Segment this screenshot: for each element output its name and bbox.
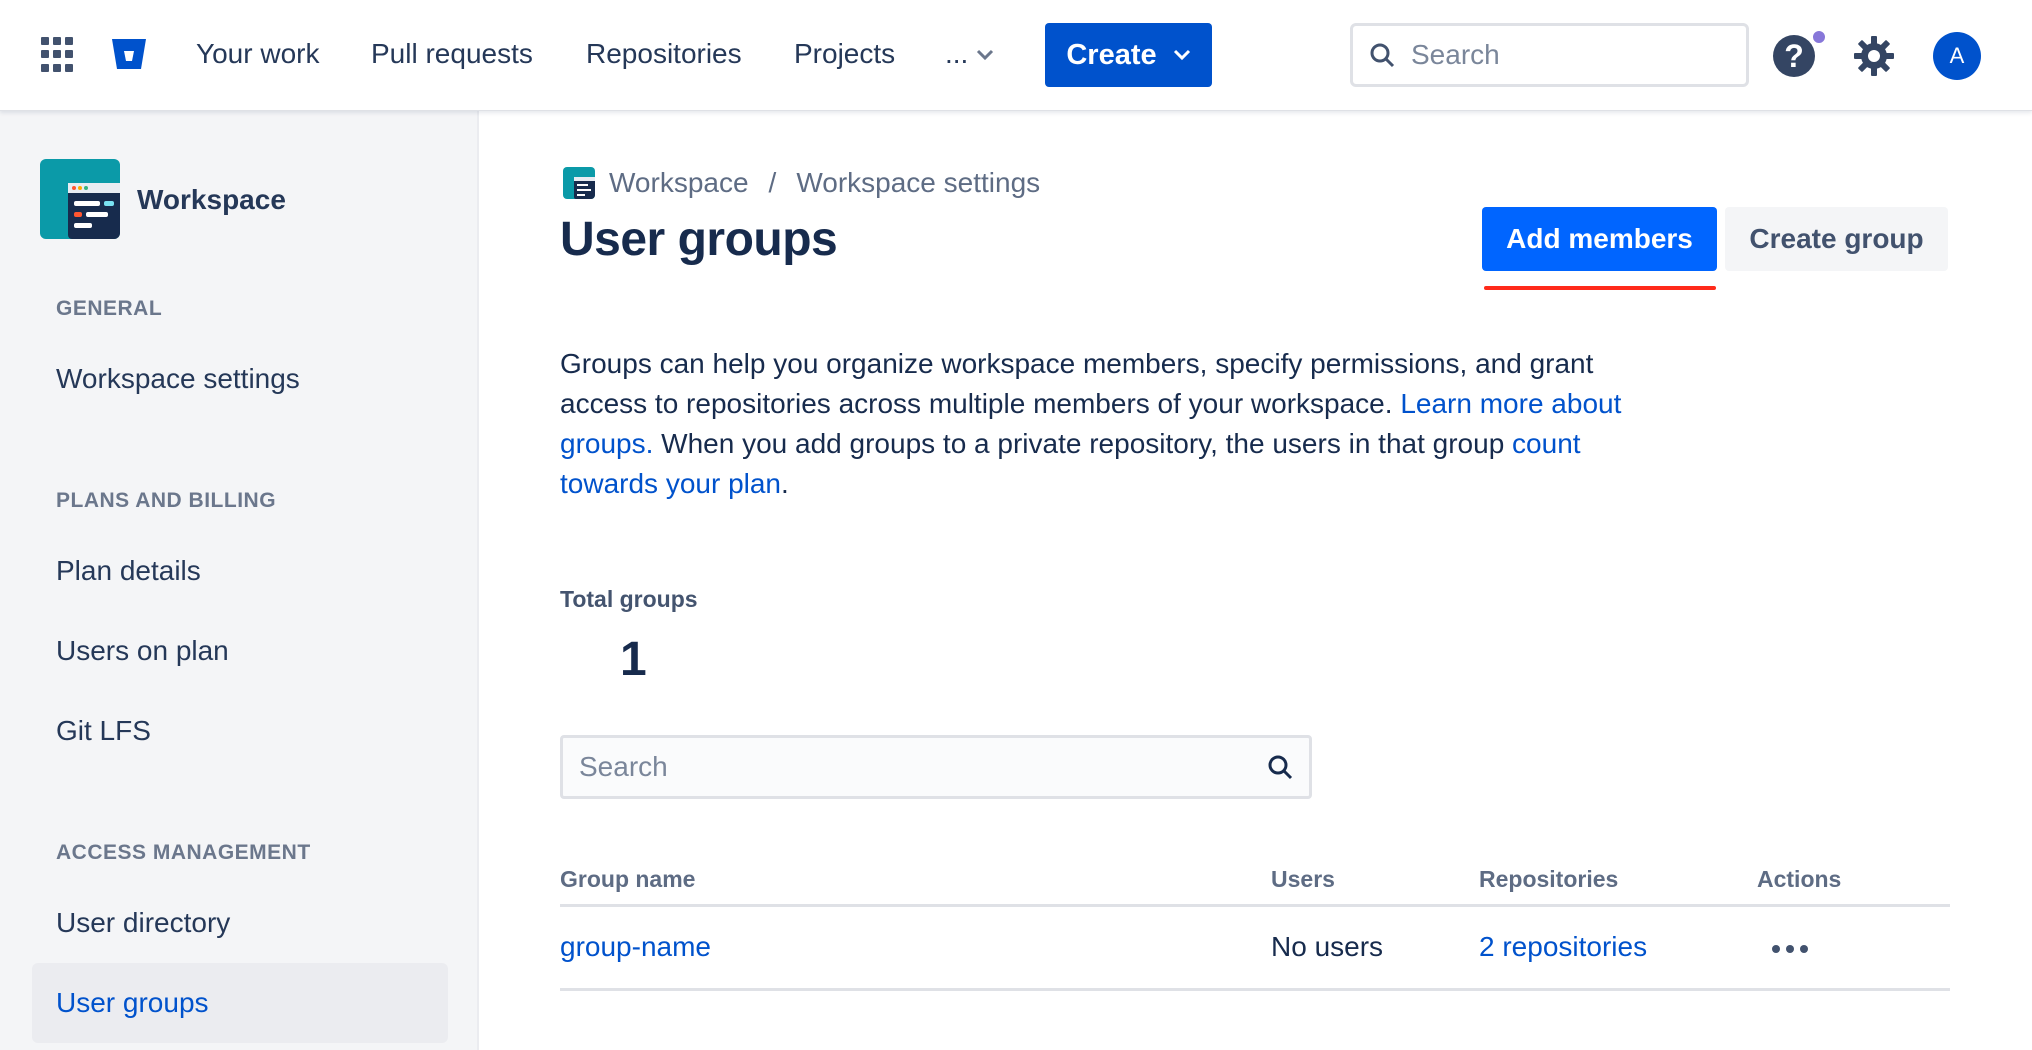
description: Groups can help you organize workspace m… xyxy=(560,344,1685,504)
notification-dot xyxy=(1811,29,1827,45)
breadcrumb-separator: / xyxy=(768,167,777,198)
global-search-input[interactable] xyxy=(1411,39,1711,71)
global-search[interactable] xyxy=(1350,23,1749,87)
help-icon[interactable]: ? xyxy=(1773,35,1815,77)
column-header-actions: Actions xyxy=(1757,866,1842,892)
group-search-input[interactable] xyxy=(579,751,1267,783)
create-button-label: Create xyxy=(1066,38,1157,71)
search-icon[interactable] xyxy=(1267,754,1293,780)
description-text-2: When you add groups to a private reposit… xyxy=(653,428,1513,459)
sidebar-item-users-on-plan[interactable]: Users on plan xyxy=(32,611,448,691)
group-users-value: No users xyxy=(1271,931,1384,962)
table-header-divider xyxy=(560,904,1950,907)
workspace-name: Workspace xyxy=(137,184,286,215)
nav-more-button[interactable]: ... xyxy=(945,34,994,74)
column-header-repositories[interactable]: Repositories xyxy=(1479,866,1618,893)
table-row-divider xyxy=(560,988,1950,991)
nav-repositories[interactable]: Repositories xyxy=(586,34,742,74)
breadcrumb-workspace[interactable]: Workspace xyxy=(609,167,749,199)
create-button[interactable]: Create xyxy=(1045,23,1212,87)
chevron-down-icon xyxy=(1173,49,1190,61)
total-groups-value: 1 xyxy=(620,633,647,686)
gear-icon[interactable] xyxy=(1852,34,1896,78)
highlight-underline xyxy=(1484,286,1716,290)
workspace-logo-icon xyxy=(40,159,120,239)
workspace-logo-icon xyxy=(563,167,595,199)
sidebar-item-workspace-settings[interactable]: Workspace settings xyxy=(32,339,448,419)
chevron-down-icon xyxy=(977,49,994,61)
column-header-users[interactable]: Users xyxy=(1271,866,1335,893)
create-group-button[interactable]: Create group xyxy=(1725,207,1948,271)
section-heading-plans-billing: PLANS AND BILLING xyxy=(56,489,277,512)
page-title: User groups xyxy=(560,213,838,266)
bitbucket-logo-icon[interactable] xyxy=(110,35,148,73)
breadcrumb: Workspace / Workspace settings xyxy=(563,167,1040,199)
top-navigation: Your work Pull requests Repositories Pro… xyxy=(0,0,2032,111)
total-groups-label: Total groups xyxy=(560,586,698,612)
nav-your-work[interactable]: Your work xyxy=(196,34,319,74)
column-header-group-name[interactable]: Group name xyxy=(560,866,695,893)
group-name-link[interactable]: group-name xyxy=(560,931,711,963)
nav-projects[interactable]: Projects xyxy=(794,34,895,74)
app-switcher-icon[interactable] xyxy=(41,37,77,73)
search-icon xyxy=(1370,43,1395,68)
section-heading-general: GENERAL xyxy=(56,297,163,320)
description-text-3: . xyxy=(781,468,789,499)
sidebar-item-git-lfs[interactable]: Git LFS xyxy=(32,691,448,771)
avatar[interactable]: A xyxy=(1933,32,1981,80)
more-actions-icon[interactable] xyxy=(1766,935,1814,963)
sidebar-item-user-directory[interactable]: User directory xyxy=(32,883,448,963)
sidebar: Workspace GENERAL Workspace settings PLA… xyxy=(0,111,479,1050)
sidebar-item-user-groups[interactable]: User groups xyxy=(32,963,448,1043)
group-search[interactable] xyxy=(560,735,1312,799)
section-heading-access-management: ACCESS MANAGEMENT xyxy=(56,841,311,864)
nav-more-label: ... xyxy=(945,38,969,69)
sidebar-item-plan-details[interactable]: Plan details xyxy=(32,531,448,611)
nav-pull-requests[interactable]: Pull requests xyxy=(371,34,533,74)
group-repositories-link[interactable]: 2 repositories xyxy=(1479,931,1647,963)
breadcrumb-workspace-settings[interactable]: Workspace settings xyxy=(796,167,1040,199)
add-members-button[interactable]: Add members xyxy=(1482,207,1717,271)
